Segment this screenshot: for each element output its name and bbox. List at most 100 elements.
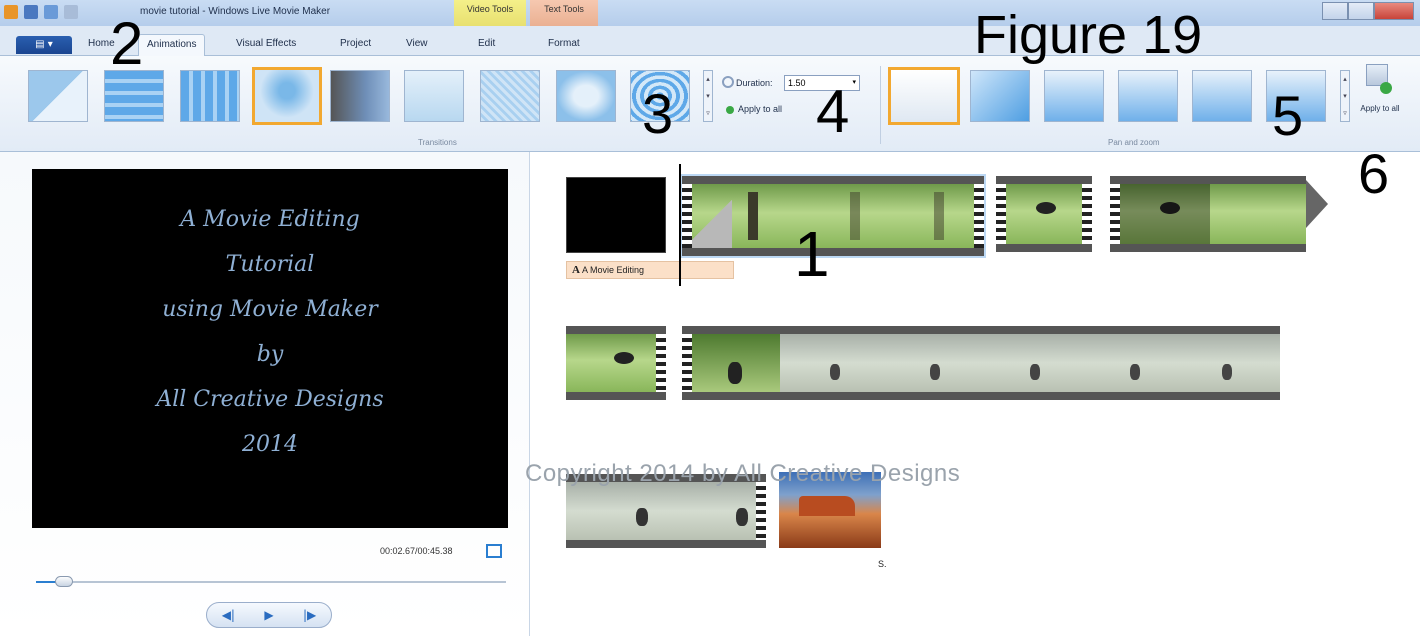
caption-text: A Movie Editing	[581, 265, 645, 275]
tab-edit[interactable]: Edit	[478, 38, 495, 49]
fullscreen-icon[interactable]	[486, 544, 502, 558]
pan-zoom-scroll-arrows[interactable]: ▴ ▾ ▿	[1340, 70, 1350, 122]
annotation-6: 6	[1358, 142, 1390, 205]
film-sprocket	[1110, 184, 1120, 244]
preview-line: A Movie Editing	[180, 207, 360, 232]
film-sprocket	[682, 334, 692, 392]
chevron-down-icon: ▾	[852, 79, 856, 86]
vulture-shape	[728, 362, 742, 384]
transition-fade-thumb[interactable]	[330, 70, 390, 122]
film-sprocket	[1082, 184, 1092, 244]
context-tab-video-tools: Video Tools	[454, 0, 526, 26]
vulture-shape	[1130, 364, 1140, 380]
close-button[interactable]	[1374, 2, 1414, 20]
app-icon	[4, 5, 18, 19]
preview-line: by	[256, 342, 284, 367]
pan-zoom-up-thumb[interactable]	[1044, 70, 1104, 122]
apply-to-all-pan-zoom-button[interactable]: Apply to all	[1360, 104, 1400, 113]
tab-view[interactable]: View	[406, 38, 428, 49]
dark-overlay	[1120, 184, 1210, 244]
pan-zoom-up-right-thumb[interactable]	[1118, 70, 1178, 122]
tab-format[interactable]: Format	[548, 38, 580, 49]
clock-icon	[722, 76, 734, 88]
quick-access-toolbar	[4, 5, 78, 19]
film-sprocket	[974, 184, 984, 248]
playhead-cursor[interactable]	[679, 164, 681, 286]
apply-check-icon	[726, 106, 734, 114]
ribbon-separator	[880, 66, 881, 144]
undo-icon[interactable]	[44, 5, 58, 19]
pan-zoom-none-thumb[interactable]	[888, 67, 960, 125]
vulture-shape	[930, 364, 940, 380]
play-icon[interactable]: ▶	[264, 608, 273, 622]
copyright-watermark: Copyright 2014 by All Creative Designs	[525, 460, 961, 487]
ribbon-tab-bar: ▤ ▾ Home Animations Visual Effects Proje…	[0, 26, 1420, 56]
annotation-2: 2	[110, 10, 144, 77]
film-sprocket	[656, 334, 666, 392]
video-clip-bird-1[interactable]	[996, 176, 1092, 252]
vulture-shape	[636, 508, 648, 526]
preview-pane: A Movie Editing Tutorial using Movie Mak…	[0, 152, 530, 636]
tab-animations[interactable]: Animations	[138, 34, 206, 56]
tree-trunk	[934, 192, 944, 240]
next-frame-icon[interactable]: |▶	[303, 608, 316, 622]
preview-line: using Movie Maker	[162, 297, 378, 322]
figure-label: Figure 19	[974, 5, 1203, 65]
bird-shape	[614, 352, 634, 364]
mesa-shape	[799, 496, 855, 516]
tree-trunk	[748, 192, 758, 240]
pan-zoom-auto-thumb[interactable]	[970, 70, 1030, 122]
apply-to-all-transitions-button[interactable]: Apply to all	[738, 104, 782, 114]
vulture-shape	[1030, 364, 1040, 380]
video-clip-bird-3[interactable]	[566, 326, 666, 400]
playback-controls: ◀| ▶ |▶	[206, 602, 332, 628]
title-bar: movie tutorial - Windows Live Movie Make…	[0, 0, 1420, 26]
transition-crossfade-thumb[interactable]	[252, 67, 322, 125]
file-menu-button[interactable]: ▤ ▾	[16, 36, 72, 54]
tab-visual-effects[interactable]: Visual Effects	[236, 38, 296, 49]
transitions-group-label: Transitions	[418, 138, 457, 147]
check-badge-icon	[1380, 82, 1392, 94]
vulture-shape	[736, 508, 748, 526]
video-clip-bird-2[interactable]	[1110, 176, 1306, 252]
transition-bars-vertical-thumb[interactable]	[180, 70, 240, 122]
maximize-button[interactable]	[1348, 2, 1374, 20]
preview-line: Tutorial	[225, 252, 315, 277]
caption-overlay-bar[interactable]: A A Movie Editing	[566, 261, 734, 279]
annotation-4: 4	[816, 78, 850, 145]
tab-project[interactable]: Project	[340, 38, 371, 49]
seek-bar[interactable]	[36, 576, 506, 587]
preview-line: All Creative Designs	[156, 387, 384, 412]
save-icon[interactable]	[24, 5, 38, 19]
seek-handle[interactable]	[55, 576, 74, 587]
bird-shape	[1036, 202, 1056, 214]
transition-bars-horizontal-thumb[interactable]	[104, 70, 164, 122]
preview-line: 2014	[242, 432, 298, 457]
vulture-shape	[830, 364, 840, 380]
context-tab-text-tools: Text Tools	[530, 0, 598, 26]
clip-label: S.	[878, 559, 887, 569]
transitions-scroll-arrows[interactable]: ▴ ▾ ▿	[703, 70, 713, 122]
pan-zoom-right-thumb[interactable]	[1192, 70, 1252, 122]
annotation-5: 5	[1272, 84, 1304, 147]
video-clip-vulture[interactable]	[682, 326, 1280, 400]
window-controls	[1322, 2, 1414, 20]
annotation-3: 3	[642, 82, 674, 145]
minimize-button[interactable]	[1322, 2, 1348, 20]
transition-diagonal-thumb[interactable]	[28, 70, 88, 122]
transition-overlay	[692, 192, 732, 248]
duration-label: Duration:	[736, 78, 773, 88]
transition-dissolve-thumb[interactable]	[480, 70, 540, 122]
video-clip-tree[interactable]	[680, 174, 986, 258]
tree-trunk	[850, 192, 860, 240]
transition-slide-thumb[interactable]	[404, 70, 464, 122]
redo-icon[interactable]	[64, 5, 78, 19]
pan-zoom-group-label: Pan and zoom	[1108, 138, 1160, 147]
film-sprocket	[756, 482, 766, 540]
title-clip[interactable]	[566, 177, 666, 253]
previous-frame-icon[interactable]: ◀|	[222, 608, 235, 622]
ribbon: ▴ ▾ ▿ Transitions Duration: 1.50 ▾ Apply to…	[0, 56, 1420, 152]
transition-shatter-thumb[interactable]	[556, 70, 616, 122]
timecode: 00:02.67/00:45.38	[380, 546, 453, 556]
window-title: movie tutorial - Windows Live Movie Make…	[140, 6, 331, 17]
